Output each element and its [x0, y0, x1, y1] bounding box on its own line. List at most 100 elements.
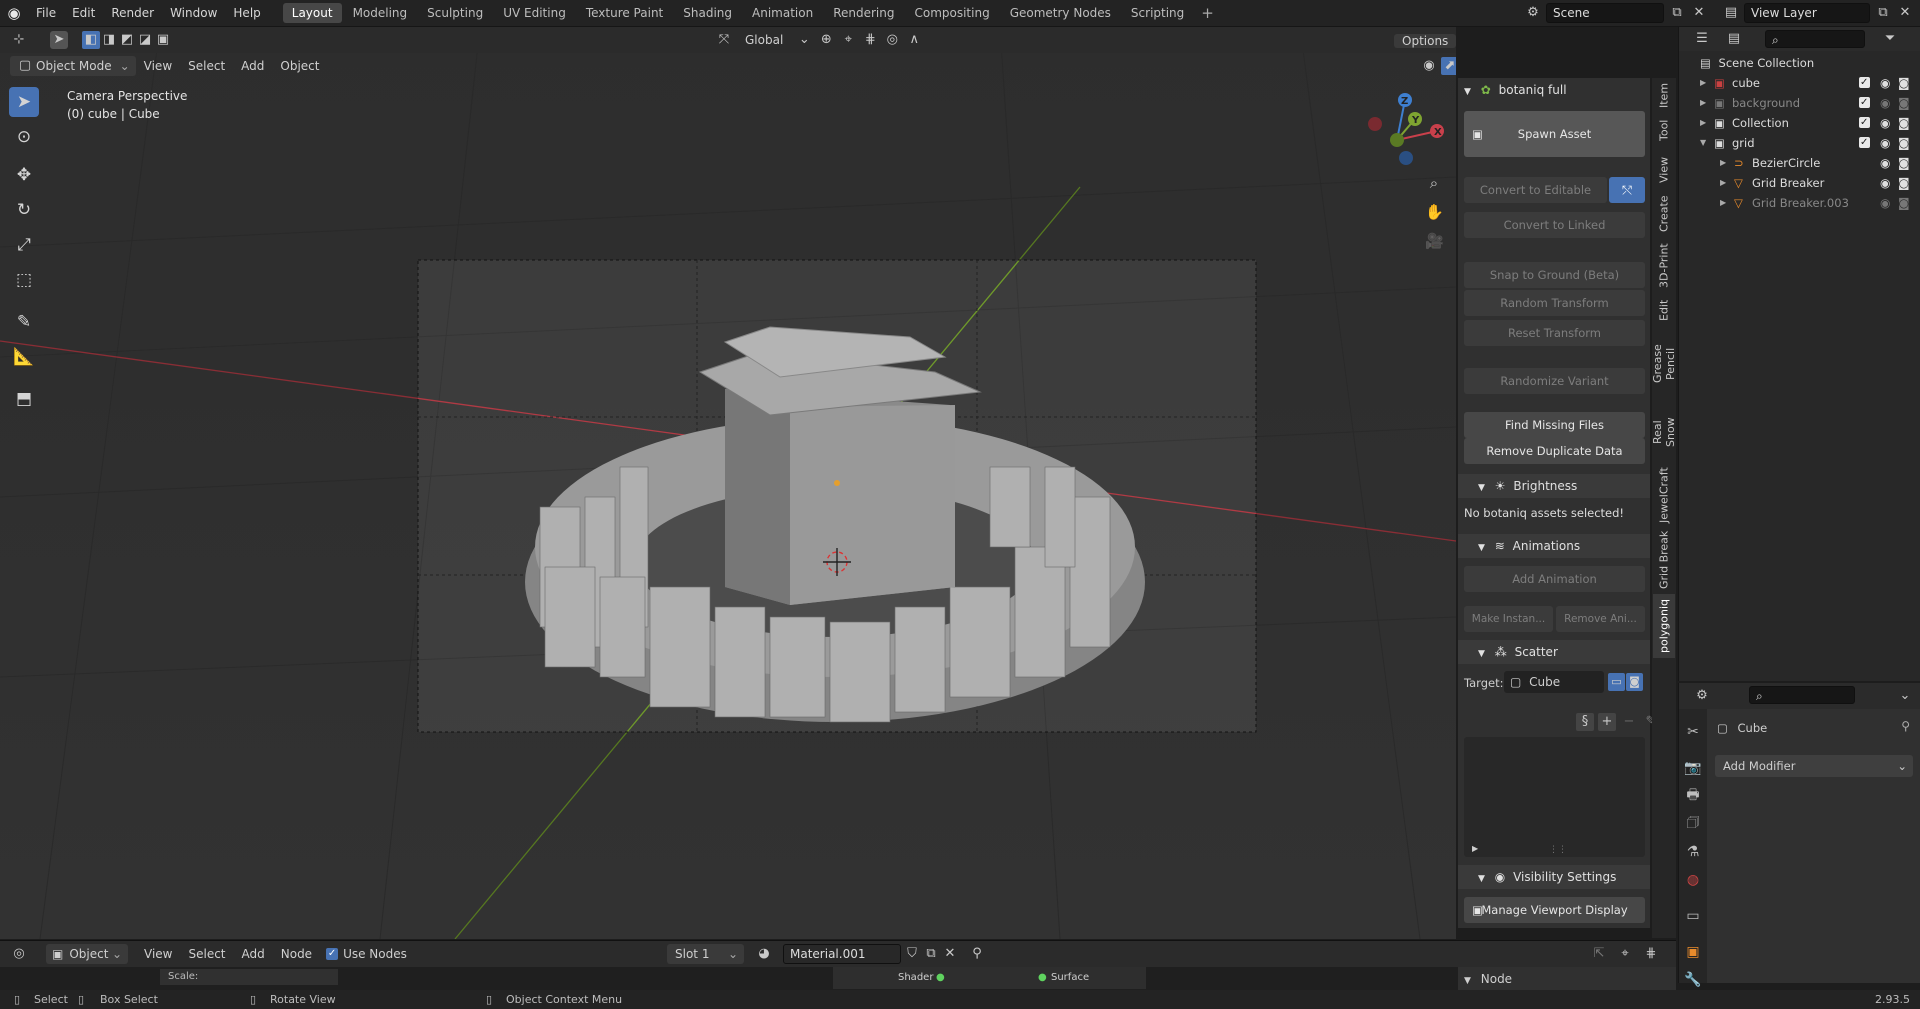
- scatter-section[interactable]: ▼ ⁂ Scatter: [1458, 640, 1650, 664]
- gizmo-icon[interactable]: ⬈: [1441, 57, 1456, 75]
- new-scene-icon[interactable]: ⧉: [1668, 4, 1686, 22]
- find-missing-button[interactable]: Find Missing Files: [1464, 412, 1645, 438]
- slot-dropdown[interactable]: Slot 1 ⌄: [667, 944, 744, 964]
- botaniq-header[interactable]: ▼ ✿ botaniq full: [1458, 78, 1650, 102]
- spawn-asset-button[interactable]: ▣ Spawn Asset: [1464, 111, 1645, 157]
- sidebar-tab-3d-print[interactable]: 3D-Print: [1653, 240, 1675, 292]
- menu-file[interactable]: File: [28, 0, 64, 27]
- unlink-material-icon[interactable]: ✕: [941, 945, 959, 963]
- snap-target-icon[interactable]: ⋕: [861, 31, 879, 49]
- shader-type-dropdown[interactable]: ▣ Object ⌄: [46, 944, 128, 964]
- output-tab-icon[interactable]: 🖶: [1680, 783, 1706, 809]
- extend-mode-icon[interactable]: ◨: [100, 31, 118, 49]
- viewport-3d[interactable]: X Z Y ⊹ ➤ ◧ ◨ ◩ ◪ ▣ ⤧ Global ⌄ ⊕ ⌖ ⋕ ◎ ∧…: [0, 27, 1456, 939]
- tab-layout[interactable]: Layout: [282, 3, 342, 23]
- new-view-layer-icon[interactable]: ⧉: [1874, 4, 1892, 22]
- scale-tool-icon[interactable]: ⤢: [9, 230, 39, 260]
- tab-scripting[interactable]: Scripting: [1122, 3, 1193, 23]
- outliner-editor-icon[interactable]: ☰: [1693, 30, 1711, 48]
- view-layer-tab-icon[interactable]: 🗇: [1680, 811, 1706, 837]
- view-layer-field[interactable]: View Layer: [1744, 3, 1870, 23]
- convert-toggle-icon[interactable]: ⤲: [1609, 177, 1645, 203]
- snap-options-icon[interactable]: ⋕: [1642, 945, 1660, 963]
- camera-icon[interactable]: ◙: [1898, 73, 1910, 93]
- delete-scene-icon[interactable]: ✕: [1690, 4, 1708, 22]
- chevron-down-icon[interactable]: ▼: [1700, 133, 1706, 153]
- material-browse-icon[interactable]: ◕: [755, 945, 773, 963]
- tab-rendering[interactable]: Rendering: [824, 3, 903, 23]
- cursor-tool-icon[interactable]: ⊙: [9, 122, 39, 152]
- outliner-row-grid-breaker[interactable]: ▶ ▽ Grid Breaker ◉ ◙: [1680, 173, 1920, 193]
- menu-render[interactable]: Render: [103, 0, 162, 27]
- sidebar-tab-create[interactable]: Create: [1653, 192, 1675, 236]
- filter-icon[interactable]: ⏷: [1881, 30, 1899, 48]
- remove-duplicate-button[interactable]: Remove Duplicate Data: [1464, 438, 1645, 464]
- camera-icon[interactable]: ◙: [1898, 153, 1910, 173]
- sidebar-tab-jewelcraft[interactable]: JewelCraft: [1653, 464, 1675, 526]
- tab-texture-paint[interactable]: Texture Paint: [577, 3, 672, 23]
- eye-icon[interactable]: ◉: [1880, 193, 1890, 213]
- delete-view-layer-icon[interactable]: ✕: [1896, 4, 1914, 22]
- select-box-tool-icon[interactable]: ➤: [9, 87, 39, 117]
- node-canvas[interactable]: Scale: Shader ● ● Surface: [0, 967, 1456, 991]
- add-animation-button[interactable]: Add Animation: [1464, 566, 1645, 592]
- hair-icon[interactable]: §: [1576, 713, 1594, 731]
- scale-node-field[interactable]: Scale:: [160, 969, 338, 985]
- outliner-row-background[interactable]: ▶ ▣ background ◉ ◙: [1680, 93, 1920, 113]
- expand-icon[interactable]: ▶: [1472, 844, 1478, 853]
- outliner-row-collection[interactable]: ▶ ▣ Collection ◉ ◙: [1680, 113, 1920, 133]
- collection-tab-icon[interactable]: ▭: [1680, 903, 1706, 929]
- eye-icon[interactable]: ◉: [1880, 113, 1890, 133]
- eye-icon[interactable]: ◉: [1880, 173, 1890, 193]
- use-nodes-checkbox[interactable]: ✓: [326, 948, 339, 960]
- render-toggle-icon[interactable]: ◙: [1626, 673, 1643, 691]
- camera-icon[interactable]: ◙: [1898, 173, 1910, 193]
- annotate-tool-icon[interactable]: ✎: [9, 307, 39, 337]
- chevron-right-icon[interactable]: ▶: [1700, 113, 1706, 133]
- scene-name-field[interactable]: Scene: [1546, 3, 1664, 23]
- eye-icon[interactable]: ◉: [1880, 133, 1890, 153]
- pin-icon[interactable]: ⚲: [1901, 719, 1910, 733]
- world-tab-icon[interactable]: ◍: [1680, 867, 1706, 893]
- outliner-row-cube[interactable]: ▶ ▣ cube ◉ ◙: [1680, 73, 1920, 93]
- options-dropdown[interactable]: Options: [1394, 34, 1456, 48]
- menu-window[interactable]: Window: [162, 0, 225, 27]
- invert-mode-icon[interactable]: ▣: [154, 31, 172, 49]
- duplicate-material-icon[interactable]: ⧉: [922, 945, 940, 963]
- add-icon[interactable]: +: [1598, 713, 1616, 731]
- outliner-row-grid[interactable]: ▼ ▣ grid ◉ ◙: [1680, 133, 1920, 153]
- node-menu-select[interactable]: Select: [180, 943, 233, 965]
- view-layer-icon[interactable]: ▤: [1722, 4, 1740, 22]
- scene-tab-icon[interactable]: ⚗: [1680, 839, 1706, 865]
- chevron-right-icon[interactable]: ▶: [1700, 73, 1706, 93]
- convert-linked-button[interactable]: Convert to Linked: [1464, 212, 1645, 238]
- randomize-variant-button[interactable]: Randomize Variant: [1464, 368, 1645, 394]
- snap-ground-button[interactable]: Snap to Ground (Beta): [1464, 262, 1645, 288]
- remove-icon[interactable]: −: [1620, 713, 1638, 731]
- menu-object[interactable]: Object: [272, 55, 327, 77]
- move-tool-icon[interactable]: ✥: [9, 160, 39, 190]
- zoom-icon[interactable]: ⌕: [1425, 174, 1443, 192]
- brightness-section[interactable]: ▼ ☀ Brightness: [1458, 474, 1650, 498]
- tab-compositing[interactable]: Compositing: [905, 3, 998, 23]
- tab-animation[interactable]: Animation: [743, 3, 822, 23]
- sidebar-tab-grease-pencil[interactable]: Grease Pencil: [1651, 328, 1677, 400]
- pin-icon[interactable]: ⚲: [968, 945, 986, 963]
- eye-icon[interactable]: ◉: [1880, 153, 1890, 173]
- add-modifier-dropdown[interactable]: Add Modifier ⌄: [1715, 755, 1913, 777]
- tab-modeling[interactable]: Modeling: [344, 3, 417, 23]
- menu-help[interactable]: Help: [225, 0, 268, 27]
- object-tab-icon[interactable]: ▣: [1680, 939, 1706, 965]
- scatter-list[interactable]: ▶ ⋮⋮: [1464, 737, 1645, 857]
- add-cube-tool-icon[interactable]: ⬒: [9, 384, 39, 414]
- sidebar-tab-real-snow[interactable]: Real Snow: [1651, 404, 1677, 460]
- outliner-scene-collection[interactable]: ▤ Scene Collection: [1700, 53, 1920, 73]
- display-mode-icon[interactable]: ▤: [1725, 30, 1743, 48]
- parent-node-icon[interactable]: ⇱: [1590, 945, 1608, 963]
- tool-tab-icon[interactable]: ✂: [1680, 719, 1706, 745]
- viewport-toggle-icon[interactable]: ▭: [1608, 673, 1625, 691]
- visibility-icon[interactable]: ◉: [1420, 57, 1438, 75]
- eye-icon[interactable]: ◉: [1880, 73, 1890, 93]
- manage-display-button[interactable]: ▣ Manage Viewport Display: [1464, 897, 1645, 923]
- sidebar-tab-item[interactable]: Item: [1653, 82, 1675, 108]
